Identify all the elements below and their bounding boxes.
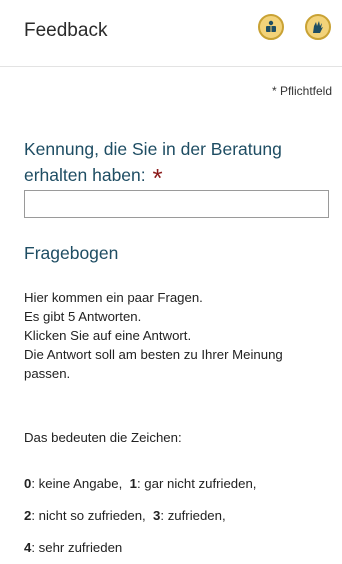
legend-line: 0: keine Angabe, 1: gar nicht zufrieden, — [24, 476, 256, 491]
required-field-note: * Pflichtfeld — [271, 84, 332, 98]
legend-intro: Das bedeuten die Zeichen: — [24, 430, 182, 445]
legend-number: 1 — [129, 476, 137, 491]
easy-language-button[interactable] — [258, 14, 284, 40]
intro-line: Klicken Sie auf eine Antwort. — [24, 328, 192, 343]
easy-language-icon — [263, 19, 279, 35]
legend-line: 2: nicht so zufrieden, 3: zufrieden, — [24, 508, 226, 523]
intro-line: Die Antwort soll am besten zu Ihrer Mein… — [24, 347, 283, 362]
id-field-input[interactable] — [24, 190, 329, 218]
sign-language-button[interactable] — [305, 14, 331, 40]
sign-language-icon — [310, 19, 326, 35]
legend-text: : keine Angabe, — [31, 476, 126, 491]
questionnaire-intro: Hier kommen ein paar Fragen. Es gibt 5 A… — [24, 288, 336, 383]
legend-line: 4: sehr zufrieden — [24, 540, 122, 555]
app-header: Feedback — [0, 0, 342, 67]
intro-line: Es gibt 5 Antworten. — [24, 309, 142, 324]
page-title: Feedback — [24, 20, 108, 41]
legend-text: : nicht so zufrieden, — [31, 508, 150, 523]
required-star: * — [152, 163, 163, 193]
legend-text: : gar nicht zufrieden, — [136, 476, 257, 491]
legend-text: : sehr zufrieden — [31, 540, 123, 555]
intro-line: passen. — [24, 366, 71, 381]
intro-line: Hier kommen ein paar Fragen. — [24, 290, 203, 305]
id-field-label: Kennung, die Sie in der Beratung erhalte… — [24, 136, 334, 191]
legend-text: : zufrieden, — [160, 508, 226, 523]
questionnaire-title: Fragebogen — [24, 243, 119, 263]
